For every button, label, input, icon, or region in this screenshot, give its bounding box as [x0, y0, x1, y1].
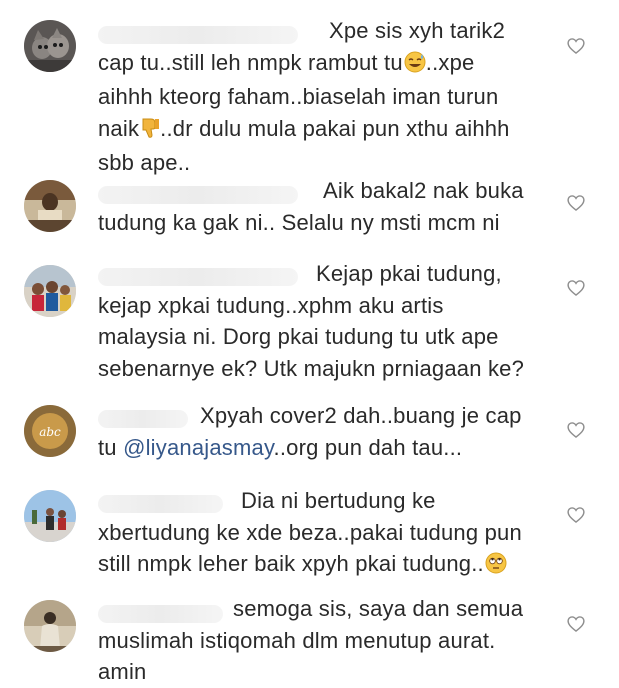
heart-outline-icon	[567, 280, 585, 296]
comment-line: Aik bakal2 nak buka	[323, 178, 524, 203]
comment-line: sebenarnye ek? Utk majukn prniagaan ke?	[98, 355, 525, 381]
comment-line-text: tu	[98, 434, 124, 460]
like-button[interactable]	[566, 614, 586, 634]
avatar[interactable]	[24, 265, 76, 317]
movie-poster-avatar-icon	[24, 180, 76, 232]
comment-line: Dia ni bertudung ke	[241, 488, 436, 513]
heart-outline-icon	[567, 38, 585, 54]
comment-text: Aik bakal2 nak buka tudung ka gak ni.. S…	[98, 175, 538, 238]
comment-line: amin	[98, 659, 147, 684]
like-button[interactable]	[566, 36, 586, 56]
avatar[interactable]	[24, 490, 76, 542]
avatar[interactable]	[24, 600, 76, 652]
comment-line: naik ..dr dulu mula pakai pun xthu aihhh	[98, 113, 538, 148]
logo-avatar-icon: abc	[24, 405, 76, 457]
comment-line: sbb ape..	[98, 150, 191, 175]
comment-line: aihhh kteorg faham..biaselah iman turun	[98, 84, 499, 109]
comment-line: cap tu..still leh nmpk rambut tu ..xpe	[98, 47, 538, 82]
comment-line-text: ..dr dulu mula pakai pun xthu aihhh	[160, 115, 510, 141]
heart-outline-icon	[567, 616, 585, 632]
avatar[interactable]	[24, 180, 76, 232]
comment-list: Xpe sis xyh tarik2 cap tu..still leh nmp…	[0, 0, 619, 684]
thumbs-down-emoji-icon	[140, 116, 160, 148]
comment-line: still nmpk leher baik xpyh pkai tudung..	[98, 548, 538, 583]
heart-outline-icon	[567, 422, 585, 438]
comment-line-text: ..org pun dah tau...	[273, 434, 463, 460]
comment-text: Xpe sis xyh tarik2 cap tu..still leh nmp…	[98, 15, 538, 179]
group-photo-avatar-icon	[24, 265, 76, 317]
like-button[interactable]	[566, 420, 586, 440]
comment-line: xbertudung ke xde beza..pakai tudung pun	[98, 519, 522, 545]
avatar[interactable]: abc	[24, 405, 76, 457]
comment-line: muslimah istiqomah dlm menutup aurat.	[98, 627, 496, 653]
comment-text: Xpyah cover2 dah..buang je cap tu @liyan…	[98, 400, 538, 463]
comment-text: Kejap pkai tudung, kejap xpkai tudung..x…	[98, 258, 538, 384]
comment-line-text: ..xpe	[425, 49, 475, 75]
heart-outline-icon	[567, 195, 585, 211]
like-button[interactable]	[566, 278, 586, 298]
comment-line: Xpyah cover2 dah..buang je cap	[200, 403, 522, 428]
like-button[interactable]	[566, 505, 586, 525]
comment-line-text: naik	[98, 115, 140, 141]
comment-line: tudung ka gak ni.. Selalu ny msti mcm ni	[98, 209, 500, 235]
comment-text: semoga sis, saya dan semua muslimah isti…	[98, 593, 538, 688]
heart-outline-icon	[567, 507, 585, 523]
comment-line: Kejap pkai tudung,	[316, 261, 502, 286]
like-button[interactable]	[566, 193, 586, 213]
sweat-smile-emoji-icon	[404, 50, 426, 82]
svg-text:abc: abc	[39, 425, 61, 439]
comment-line: semoga sis, saya dan semua	[233, 596, 524, 621]
comment-line: kejap xpkai tudung..xphm aku artis	[98, 292, 444, 318]
comment-line: Xpe sis xyh tarik2	[329, 18, 506, 43]
cat-avatar-icon	[24, 20, 76, 72]
comment-line: tu @liyanajasmay..org pun dah tau...	[98, 432, 538, 464]
eye-roll-emoji-icon	[485, 551, 507, 583]
person-avatar-icon	[24, 600, 76, 652]
comment-text: Dia ni bertudung ke xbertudung ke xde be…	[98, 485, 538, 583]
avatar[interactable]	[24, 20, 76, 72]
comment-line-text: still nmpk leher baik xpyh pkai tudung..	[98, 551, 484, 576]
user-mention-link[interactable]: @liyanajasmay	[123, 435, 273, 460]
comment-line-text: cap tu..still leh nmpk rambut tu	[98, 49, 403, 75]
outdoor-avatar-icon	[24, 490, 76, 542]
comment-line: malaysia ni. Dorg pkai tudung tu utk ape	[98, 324, 499, 349]
